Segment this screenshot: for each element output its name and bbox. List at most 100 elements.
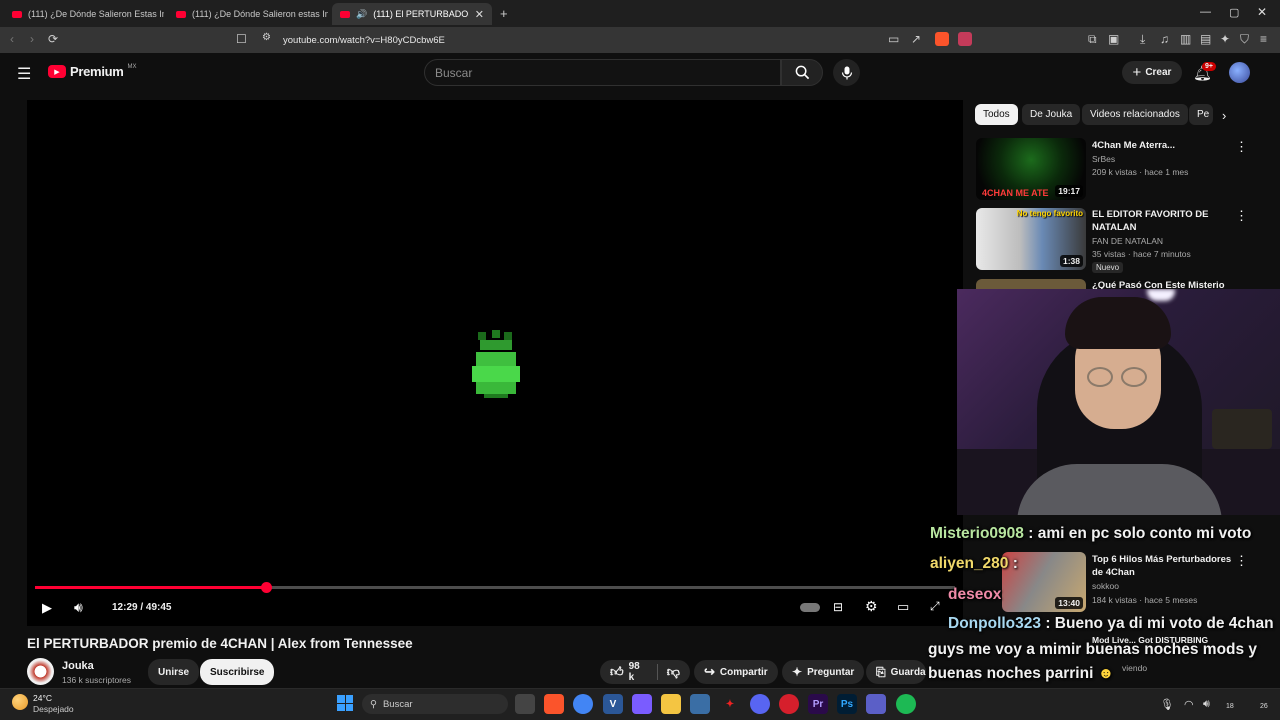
screenshot-icon[interactable]: ▣ xyxy=(1108,32,1119,46)
leo-icon[interactable]: ✦ xyxy=(1220,32,1230,46)
cast-icon[interactable]: ▭ xyxy=(888,32,899,46)
fullscreen-icon[interactable]: ⤢ xyxy=(930,599,940,614)
related-channel[interactable]: SrBes xyxy=(1092,153,1115,166)
app-icon[interactable]: ✦ xyxy=(720,694,740,714)
browser-tab-active[interactable]: 🔊 (111) El PERTURBADOR premi ✕ xyxy=(332,3,492,25)
bookmark-icon[interactable]: ☐ xyxy=(236,32,247,46)
progress-bar[interactable] xyxy=(35,582,955,593)
related-channel[interactable]: sokkoo xyxy=(1092,580,1119,593)
store-app-icon[interactable] xyxy=(690,694,710,714)
vpn-icon[interactable]: ⛉ xyxy=(1240,32,1249,47)
browser-tab[interactable]: (111) ¿De Dónde Salieron Estas Imág xyxy=(4,3,164,25)
opera-app-icon[interactable] xyxy=(779,694,799,714)
settings-gear-icon[interactable]: ⚙ xyxy=(865,598,878,615)
download-icon[interactable]: ⤓ xyxy=(1140,32,1145,47)
speaker-tray-icon[interactable]: 🔊︎ xyxy=(1203,698,1210,711)
back-icon[interactable]: ‹ xyxy=(10,32,14,46)
voice-search-button[interactable] xyxy=(833,59,860,86)
subscriber-count: 136 k suscriptores xyxy=(62,675,131,685)
chevron-right-icon[interactable]: › xyxy=(1222,108,1226,123)
subtitles-icon[interactable]: ⊟ xyxy=(833,600,843,614)
task-view-icon[interactable] xyxy=(515,694,535,714)
duration-badge: 13:40 xyxy=(1055,597,1083,609)
chrome-app-icon[interactable] xyxy=(573,694,593,714)
channel-avatar[interactable] xyxy=(27,658,54,685)
like-count[interactable]: 98 k xyxy=(629,661,648,683)
share-icon[interactable]: ↗ xyxy=(911,32,921,46)
menu-icon[interactable]: ≡ xyxy=(1260,32,1267,46)
create-button[interactable]: + Crear xyxy=(1122,61,1182,84)
address-bar[interactable]: youtube.com/watch?v=H80yCDcbw6E xyxy=(283,30,903,50)
scrubber-handle[interactable] xyxy=(260,582,272,593)
weather-moon-icon[interactable] xyxy=(12,694,28,710)
clock-date[interactable]: 26 xyxy=(1260,703,1268,710)
windows-start-icon[interactable] xyxy=(337,695,353,711)
spotify-app-icon[interactable] xyxy=(896,694,916,714)
vegas-app-icon[interactable]: V xyxy=(603,694,623,714)
more-options-icon[interactable]: ⋮ xyxy=(1235,553,1248,569)
theater-mode-icon[interactable]: ▭ xyxy=(897,599,909,615)
brave-shield-icon[interactable] xyxy=(935,32,949,46)
thumbs-down-icon[interactable]: 👎︎ xyxy=(667,664,680,680)
chip-channel[interactable]: De Jouka xyxy=(1022,104,1081,125)
youtube-play-logo-icon: ▶ xyxy=(48,65,66,78)
wifi-icon[interactable]: ◠ xyxy=(1184,698,1194,711)
account-avatar[interactable] xyxy=(1229,62,1250,83)
related-title[interactable]: Top 6 Hilos Más Perturbadores de 4Chan xyxy=(1092,553,1232,579)
microphone-tray-icon[interactable]: 🎙︎ xyxy=(1160,698,1174,711)
more-options-icon[interactable]: ⋮ xyxy=(1235,208,1248,224)
related-title[interactable]: EL EDITOR FAVORITO DE NATALAN xyxy=(1092,208,1232,234)
reload-icon[interactable]: ⟳ xyxy=(48,32,58,46)
subscribe-button[interactable]: Suscribirse xyxy=(200,659,275,685)
search-input[interactable]: Buscar xyxy=(424,59,781,86)
related-meta: 184 k vistas · hace 5 meses xyxy=(1092,595,1198,605)
weather-temp[interactable]: 24°C xyxy=(33,693,52,703)
discord-app-icon[interactable] xyxy=(750,694,770,714)
chip-related[interactable]: Videos relacionados xyxy=(1082,104,1188,125)
brave-app-icon[interactable] xyxy=(544,694,564,714)
share-button[interactable]: ↪ Compartir xyxy=(694,660,778,684)
teams-app-icon[interactable] xyxy=(866,694,886,714)
join-button[interactable]: Unirse xyxy=(148,659,200,685)
more-options-icon[interactable]: ⋮ xyxy=(1235,139,1248,155)
photoshop-app-icon[interactable]: Ps xyxy=(837,694,857,714)
related-thumbnail[interactable]: No tengo favorito 1:38 xyxy=(976,208,1086,270)
weather-desc[interactable]: Despejado xyxy=(33,704,74,714)
forward-icon[interactable]: › xyxy=(30,32,34,46)
brave-rewards-icon[interactable] xyxy=(958,32,972,46)
related-thumbnail[interactable] xyxy=(976,279,1086,289)
chip-all[interactable]: Todos xyxy=(975,104,1018,125)
related-title[interactable]: ¿Qué Pasó Con Este Misterio De xyxy=(1092,279,1232,289)
play-icon[interactable]: ▶ xyxy=(42,600,52,616)
close-tab-icon[interactable]: ✕ xyxy=(475,8,484,21)
related-title[interactable]: 4Chan Me Aterra... xyxy=(1092,139,1232,152)
copilot-app-icon[interactable] xyxy=(632,694,652,714)
search-button[interactable] xyxy=(781,59,823,86)
music-icon[interactable]: ♫ xyxy=(1160,32,1169,46)
site-info-icon[interactable]: ⚙ xyxy=(262,32,271,43)
search-icon xyxy=(795,65,809,80)
thumbs-up-icon[interactable]: 👍︎ xyxy=(610,664,624,680)
related-channel[interactable]: FAN DE NATALAN xyxy=(1092,235,1163,248)
maximize-icon[interactable]: ▢ xyxy=(1229,6,1239,19)
new-tab-icon[interactable]: + xyxy=(500,6,508,21)
premiere-app-icon[interactable]: Pr xyxy=(808,694,828,714)
chip-more[interactable]: Pe xyxy=(1189,104,1213,125)
clock-time[interactable]: 18 xyxy=(1226,703,1234,710)
extensions-icon[interactable]: ⧉ xyxy=(1088,32,1097,47)
channel-name[interactable]: Jouka xyxy=(62,660,94,672)
browser-tab[interactable]: (111) ¿De Dónde Salieron estas Imág xyxy=(168,3,328,25)
volume-icon[interactable]: 🔊︎ xyxy=(74,599,83,616)
wallet-icon[interactable]: ▤ xyxy=(1200,32,1211,46)
sidebar-icon[interactable]: ▥ xyxy=(1180,32,1191,46)
ask-button[interactable]: ✦ Preguntar xyxy=(782,660,865,684)
related-thumbnail[interactable]: 4CHAN ME ATE 19:17 xyxy=(976,138,1086,200)
taskbar-search[interactable]: ⚲ Buscar xyxy=(362,694,508,714)
save-button[interactable]: ⎘ Guardar xyxy=(866,660,926,684)
close-window-icon[interactable]: ✕ xyxy=(1257,5,1267,19)
file-explorer-icon[interactable] xyxy=(661,694,681,714)
autoplay-toggle[interactable] xyxy=(800,603,820,612)
hamburger-menu-icon[interactable]: ☰ xyxy=(17,64,31,84)
minimize-icon[interactable]: — xyxy=(1200,6,1211,18)
youtube-logo[interactable]: ▶ Premium MX xyxy=(48,64,137,79)
